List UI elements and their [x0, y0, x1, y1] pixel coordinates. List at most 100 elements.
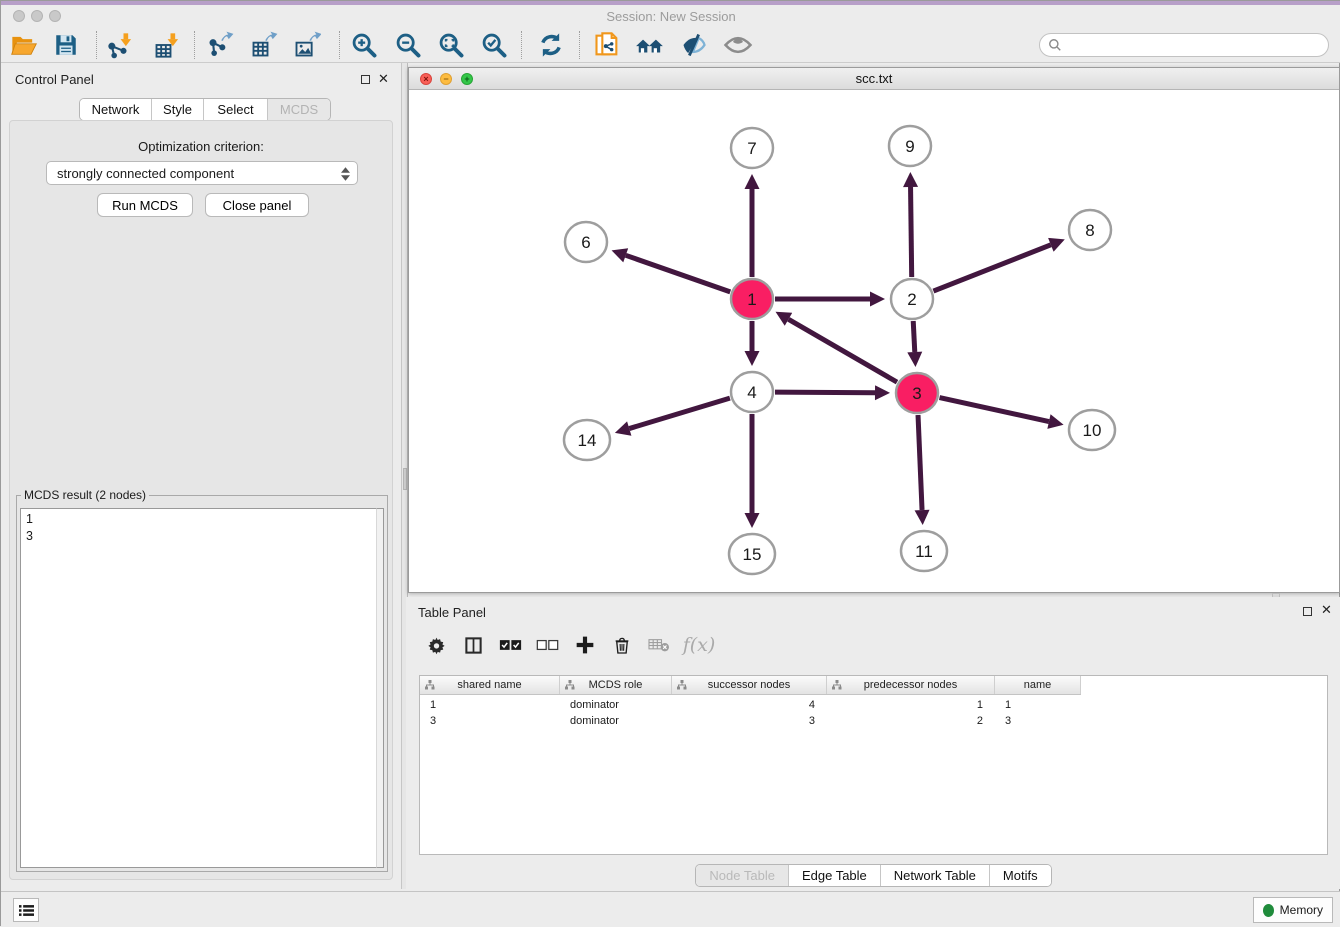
graph-node-label: 1: [747, 290, 756, 309]
tab-node-table[interactable]: Node Table: [696, 865, 789, 886]
network-window-titlebar[interactable]: × − + scc.txt: [409, 68, 1339, 90]
table-cell[interactable]: 2: [827, 713, 995, 729]
export-table-icon[interactable]: [246, 28, 282, 62]
table-cell[interactable]: dominator: [560, 697, 672, 713]
table-cell[interactable]: 1: [995, 697, 1081, 713]
graph-node-label: 6: [581, 233, 590, 252]
edge-2-3[interactable]: [913, 321, 915, 352]
window-title: Session: New Session: [1, 9, 1340, 24]
first-neighbors-icon[interactable]: [632, 28, 668, 62]
column-header-MCDS-role[interactable]: MCDS role: [560, 676, 672, 694]
memory-label: Memory: [1280, 903, 1323, 917]
zoom-out-icon[interactable]: [390, 28, 426, 62]
mcds-result-title: MCDS result (2 nodes): [21, 488, 149, 502]
table-panel-title: Table Panel: [418, 605, 486, 620]
optimization-criterion-select[interactable]: strongly connected component: [46, 161, 358, 185]
table-cell[interactable]: dominator: [560, 713, 672, 729]
toolbar-separator: [96, 31, 97, 59]
edge-4-14[interactable]: [629, 398, 730, 428]
tab-motifs[interactable]: Motifs: [990, 865, 1051, 886]
mcds-result-scrollbar[interactable]: [376, 508, 384, 868]
search-box[interactable]: [1039, 33, 1329, 57]
table-float-icon[interactable]: [1303, 607, 1312, 616]
graph-node-label: 9: [905, 137, 914, 156]
zoom-selected-icon[interactable]: [476, 28, 512, 62]
edge-2-8[interactable]: [933, 245, 1050, 291]
tab-network-table[interactable]: Network Table: [881, 865, 990, 886]
open-session-icon[interactable]: [6, 28, 42, 62]
mcds-panel: Optimization criterion: strongly connect…: [9, 120, 393, 880]
toolbar-separator: [339, 31, 340, 59]
column-header-name[interactable]: name: [995, 676, 1081, 694]
tab-mcds[interactable]: MCDS: [268, 99, 330, 120]
table-row[interactable]: 3dominator323: [420, 713, 1081, 729]
apply-layout-icon[interactable]: [533, 28, 569, 62]
edge-2-9[interactable]: [911, 187, 912, 277]
titlebar: Session: New Session: [1, 5, 1340, 27]
table-cell[interactable]: 3: [672, 713, 827, 729]
tab-style[interactable]: Style: [152, 99, 204, 120]
close-panel-icon[interactable]: ✕: [378, 71, 389, 87]
edge-1-6[interactable]: [626, 255, 731, 292]
mcds-result-group: MCDS result (2 nodes) 1 3: [16, 495, 388, 872]
edge-4-3[interactable]: [775, 392, 875, 393]
table-close-icon[interactable]: ✕: [1321, 602, 1332, 618]
tab-edge-table[interactable]: Edge Table: [789, 865, 881, 886]
table-cell[interactable]: 1: [827, 697, 995, 713]
clone-network-icon[interactable]: [589, 28, 625, 62]
main-toolbar: [1, 27, 1340, 63]
add-row-icon[interactable]: [566, 629, 603, 661]
network-view-window: × − + scc.txt 7968124314101511: [408, 67, 1340, 593]
graph-node-label: 15: [743, 545, 762, 564]
table-row[interactable]: 1dominator411: [420, 697, 1081, 713]
run-mcds-button[interactable]: Run MCDS: [97, 193, 193, 217]
select-all-icon[interactable]: [492, 629, 529, 661]
zoom-in-icon[interactable]: [346, 28, 382, 62]
deselect-all-icon[interactable]: [529, 629, 566, 661]
network-graph: 7968124314101511: [409, 90, 1339, 592]
mcds-result-text[interactable]: 1 3: [20, 508, 384, 868]
control-panel-tabs: NetworkStyleSelectMCDS: [79, 98, 331, 121]
close-panel-button[interactable]: Close panel: [205, 193, 309, 217]
column-header-successor-nodes[interactable]: successor nodes: [672, 676, 827, 694]
search-input[interactable]: [1062, 36, 1328, 54]
float-panel-icon[interactable]: [361, 75, 370, 84]
export-image-icon[interactable]: [289, 28, 325, 62]
graph-node-label: 4: [747, 383, 756, 402]
graph-node-label: 14: [578, 431, 597, 450]
memory-button[interactable]: Memory: [1253, 897, 1333, 923]
table-cell[interactable]: 4: [672, 697, 827, 713]
optimization-criterion-label: Optimization criterion:: [10, 139, 392, 154]
search-icon: [1048, 38, 1062, 52]
memory-status-icon: [1263, 904, 1274, 917]
zoom-fit-icon[interactable]: [433, 28, 469, 62]
node-table[interactable]: shared nameMCDS rolesuccessor nodesprede…: [419, 675, 1328, 855]
export-network-icon[interactable]: [202, 28, 238, 62]
graph-node-label: 3: [912, 384, 921, 403]
network-title: scc.txt: [409, 71, 1339, 86]
import-table-icon[interactable]: [149, 28, 185, 62]
graph-node-label: 7: [747, 139, 756, 158]
graph-node-label: 2: [907, 290, 916, 309]
column-manager-icon[interactable]: [455, 629, 492, 661]
edge-3-1[interactable]: [788, 319, 897, 382]
vertical-splitter-handle[interactable]: [403, 468, 407, 490]
edge-3-11[interactable]: [918, 415, 922, 510]
hide-details-icon[interactable]: [676, 28, 712, 62]
tab-network[interactable]: Network: [80, 99, 152, 120]
table-cell[interactable]: 3: [995, 713, 1081, 729]
show-graphics-icon[interactable]: [720, 28, 756, 62]
column-header-predecessor-nodes[interactable]: predecessor nodes: [827, 676, 995, 694]
import-network-icon[interactable]: [102, 28, 138, 62]
table-cell[interactable]: 1: [420, 697, 560, 713]
network-canvas[interactable]: 7968124314101511: [409, 90, 1339, 592]
delete-row-icon[interactable]: [603, 629, 640, 661]
tab-select[interactable]: Select: [204, 99, 268, 120]
task-history-button[interactable]: [13, 898, 39, 922]
column-header-shared-name[interactable]: shared name: [420, 676, 560, 694]
table-cell[interactable]: 3: [420, 713, 560, 729]
table-settings-icon[interactable]: [418, 629, 455, 661]
save-session-icon[interactable]: [48, 28, 84, 62]
edge-3-10[interactable]: [940, 398, 1049, 422]
list-icon: [19, 904, 34, 917]
